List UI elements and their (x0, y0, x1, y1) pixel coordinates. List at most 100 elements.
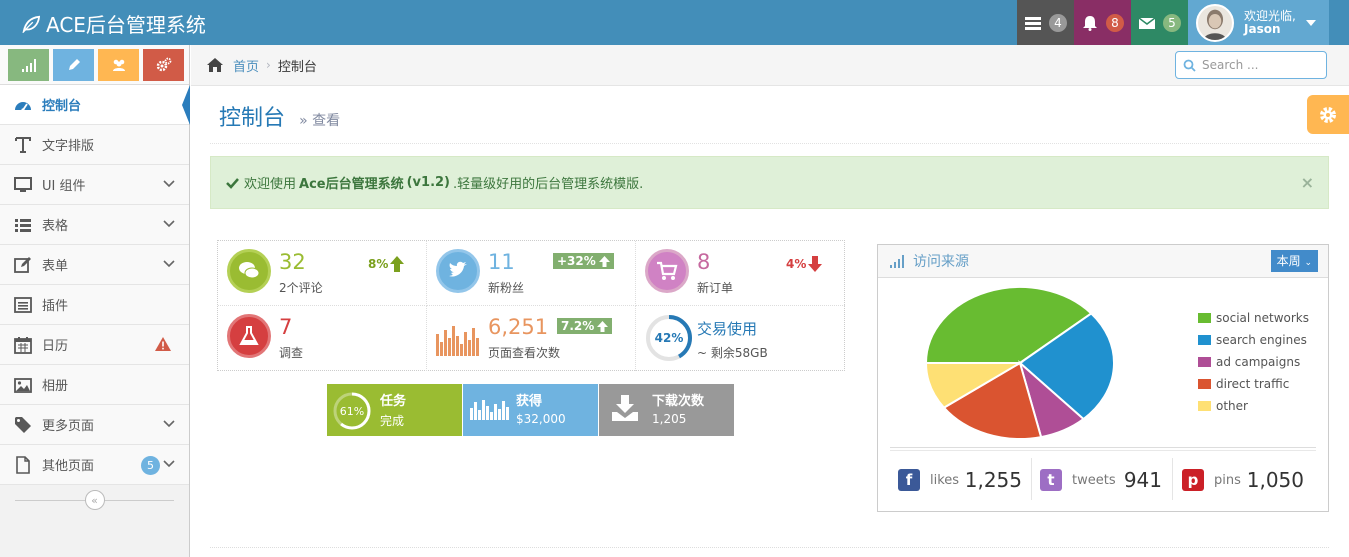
page-header: 控制台 » 查看 (210, 98, 1329, 144)
arrow-up-icon (598, 255, 610, 267)
widget-title: 访问来源 (913, 254, 969, 270)
infobox-caption: 新粉丝 (488, 281, 525, 295)
leaf-icon (22, 15, 40, 33)
sidebar-item-label: 相册 (42, 379, 69, 394)
shortcut-stats-button[interactable] (8, 48, 49, 81)
tile-subtitle: 1,205 (652, 412, 687, 426)
users-icon (112, 59, 125, 71)
tile-title: 获得 (516, 394, 543, 409)
tasks-icon (1025, 16, 1041, 30)
social-label: likes (930, 472, 960, 488)
chevron-down-icon (163, 420, 175, 428)
nav-search (1175, 51, 1327, 79)
download-icon (612, 395, 638, 421)
messages-button[interactable]: 5 (1131, 0, 1188, 45)
sidebar-item-tables[interactable]: 表格 (0, 205, 189, 245)
shortcut-settings-button[interactable] (143, 48, 184, 81)
welcome-alert: 欢迎使用 Ace后台管理系统 (v1.2) .轻量级好用的后台管理系统模版. × (210, 156, 1329, 209)
sidebar-item-calendar[interactable]: 日历 (0, 325, 189, 365)
tasks-progress-ring: 61% (333, 392, 371, 430)
tile-title: 下载次数 (652, 394, 705, 409)
sidebar-item-label: 表单 (42, 259, 69, 274)
double-chevron-left-icon[interactable]: « (84, 490, 105, 510)
arrow-up-icon (390, 256, 405, 272)
user-menu[interactable]: 欢迎光临, Jason (1188, 0, 1329, 45)
username: Jason (1244, 21, 1281, 36)
range-dropdown-button[interactable]: 本周 ⌄ (1270, 250, 1318, 272)
tile-tasks[interactable]: 61% 任务 完成 (327, 384, 462, 436)
social-value: 941 (1123, 468, 1162, 492)
social-value: 1,255 (964, 468, 1022, 492)
shortcut-users-button[interactable] (98, 48, 139, 81)
sidebar-item-other-pages[interactable]: 其他页面 5 (0, 445, 189, 485)
tile-earnings[interactable]: 获得 $32,000 (463, 384, 598, 436)
social-likes: f likes 1,255 (898, 460, 1022, 500)
tasks-badge: 4 (1049, 13, 1067, 32)
caret-down-icon (1305, 19, 1316, 26)
infobox-container: 32 2个评论 8% 11 新粉丝 +32% 8 新订单 4% 7 调查 6,2… (217, 240, 845, 371)
tile-downloads[interactable]: 下载次数 1,205 (599, 384, 734, 436)
tasks-button[interactable]: 4 (1017, 0, 1074, 45)
shopping-cart-icon (645, 249, 689, 293)
sidebar-item-forms[interactable]: 表单 (0, 245, 189, 285)
infobox-caption: 调查 (279, 346, 304, 360)
shortcut-edit-button[interactable] (53, 48, 94, 81)
infobox-caption: 2个评论 (279, 281, 323, 295)
avatar (1196, 3, 1234, 42)
tile-subtitle: $32,000 (516, 412, 566, 426)
arrow-down-icon (808, 256, 823, 272)
facebook-icon: f (898, 469, 920, 491)
check-icon (226, 177, 239, 189)
infobox-value: 11 (488, 250, 515, 274)
page-subtitle: » 查看 (299, 113, 341, 129)
sidebar-item-typography[interactable]: 文字排版 (0, 125, 189, 165)
sidebar-item-gallery[interactable]: 相册 (0, 365, 189, 405)
page-title: 控制台 (219, 106, 286, 131)
sidebar-collapse: « (0, 485, 189, 515)
count-badge: 5 (141, 456, 160, 475)
arrow-up-icon (597, 320, 609, 332)
notifications-button[interactable]: 8 (1074, 0, 1131, 45)
breadcrumb-home-link[interactable]: 首页 (233, 56, 259, 75)
chevron-down-icon (163, 460, 175, 468)
navbar: ACE后台管理系统 4 8 5 欢迎光临, Jason (0, 0, 1349, 45)
chevron-down-icon (163, 220, 175, 228)
flask-icon (227, 314, 271, 358)
sidebar-item-label: 表格 (42, 219, 69, 234)
pie-chart (924, 286, 1115, 440)
chevron-down-icon (163, 260, 175, 268)
close-icon[interactable]: × (1301, 173, 1314, 192)
pencil-icon (68, 58, 80, 70)
tile-title: 任务 (380, 394, 407, 409)
social-tweets: t tweets 941 (1040, 460, 1162, 500)
legend-item: social networks (1198, 307, 1309, 329)
messages-badge: 5 (1163, 13, 1181, 32)
signal-icon (890, 255, 904, 268)
legend-item: search engines (1198, 329, 1309, 351)
sidebar-item-label: 更多页面 (42, 419, 95, 434)
sidebar-item-ui-elements[interactable]: UI 组件 (0, 165, 189, 205)
infobox-value: 6,251 (488, 315, 549, 339)
infobox-followers: 11 新粉丝 +32% (427, 241, 636, 306)
list-alt-icon (13, 296, 33, 314)
sidebar-item-more-pages[interactable]: 更多页面 (0, 405, 189, 445)
alert-product: Ace后台管理系统 (299, 177, 404, 192)
social-label: tweets (1072, 472, 1116, 488)
tasks-percent: 61% (340, 405, 364, 418)
envelope-icon (1138, 16, 1156, 29)
infobox-storage: 42% 交易使用 ~ 剩余58GB (636, 306, 845, 371)
legend-item: ad campaigns (1198, 351, 1309, 373)
breadcrumb-separator: › (266, 58, 271, 72)
sidebar-item-label: UI 组件 (42, 179, 86, 194)
sparkline-white-bars (470, 400, 509, 420)
infobox-change: 8% (368, 256, 405, 272)
comments-icon (227, 249, 271, 293)
twitter-icon (436, 249, 480, 293)
sidebar-item-widgets[interactable]: 插件 (0, 285, 189, 325)
sidebar-item-dashboard[interactable]: 控制台 (0, 85, 190, 125)
dashboard-icon (13, 96, 33, 114)
brand[interactable]: ACE后台管理系统 (22, 9, 206, 38)
picture-icon (13, 376, 33, 394)
search-input[interactable] (1202, 58, 1317, 72)
calendar-icon (13, 336, 33, 354)
